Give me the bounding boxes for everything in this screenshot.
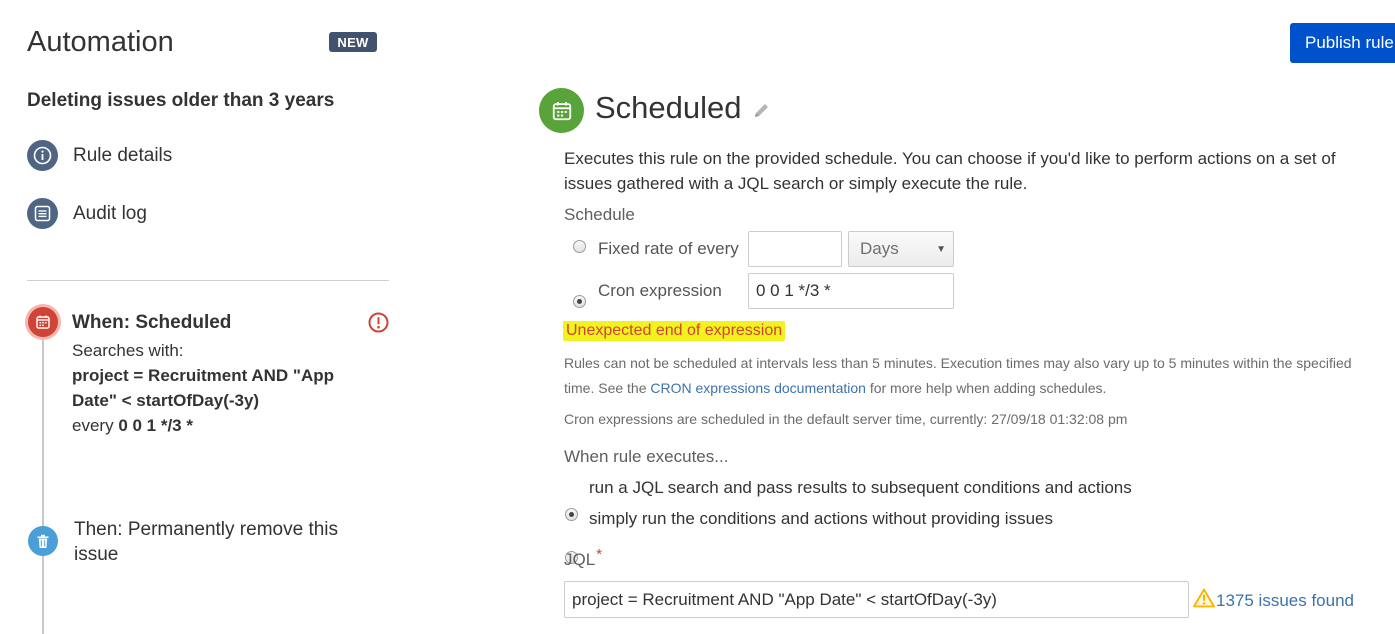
panel-description: Executes this rule on the provided sched… [564,149,1336,193]
cron-input[interactable]: 0 0 1 */3 * [748,273,954,309]
timeline-line [42,334,44,634]
cron-radio[interactable] [573,295,586,308]
new-badge: NEW [329,32,377,52]
trigger-title[interactable]: When: Scheduled [72,312,362,334]
trigger-every-prefix: every [72,416,114,435]
list-icon [27,198,58,229]
cron-label: Cron expression [598,281,722,300]
issues-found-link[interactable]: 1375 issues found [1216,591,1354,611]
fixed-rate-input[interactable] [748,231,842,267]
cron-error-message: Unexpected end of expression [563,321,786,341]
info-icon [27,140,58,171]
execution-simple-label: simply run the conditions and actions wi… [589,509,1053,528]
when-executes-label: When rule executes... [564,447,729,466]
jql-label: JQL* [564,546,602,570]
trigger-every: every 0 0 1 */3 * [72,413,362,438]
error-icon [368,312,389,338]
issues-found[interactable]: 1375 issues found [1193,588,1354,613]
nav-rule-details-label: Rule details [73,144,173,166]
trigger-query: project = Recruitment AND "App Date" < s… [72,366,334,410]
help-after: for more help when adding schedules. [869,380,1107,396]
required-marker: * [596,546,603,563]
jql-label-text: JQL [564,550,596,569]
warning-icon [1193,588,1215,613]
unit-select[interactable]: Days ▼ [848,231,954,267]
cron-help-text: Rules can not be scheduled at intervals … [564,351,1364,401]
action-label[interactable]: Then: Permanently remove this issue [74,517,374,567]
server-time-text: Cron expressions are scheduled in the de… [564,411,1128,427]
trash-icon[interactable] [28,526,58,556]
schedule-label: Schedule [564,205,635,224]
pencil-icon[interactable] [752,101,771,125]
rule-name: Deleting issues older than 3 years [27,90,335,111]
cron-docs-link[interactable]: CRON expressions documentation [650,380,866,396]
page-title: Automation [27,26,174,58]
execution-jql-radio[interactable] [565,508,578,521]
unit-select-value: Days [860,239,899,258]
jql-input[interactable]: project = Recruitment AND "App Date" < s… [564,581,1189,618]
trigger-every-value: 0 0 1 */3 * [118,416,193,435]
caret-down-icon: ▼ [936,243,946,255]
calendar-icon[interactable] [28,307,58,337]
publish-rule-button[interactable]: Publish rule [1290,23,1395,63]
nav-audit-log[interactable]: Audit log [27,198,147,229]
fixed-rate-label: Fixed rate of every [598,239,739,258]
divider [27,280,389,281]
nav-audit-log-label: Audit log [73,202,147,224]
calendar-icon [539,88,584,133]
panel-title: Scheduled [595,90,742,125]
nav-rule-details[interactable]: Rule details [27,140,172,171]
fixed-rate-radio[interactable] [573,240,586,253]
execution-jql-label: run a JQL search and pass results to sub… [589,478,1132,497]
trigger-block[interactable]: When: Scheduled Searches with: project =… [72,312,362,438]
trigger-searches-with: Searches with: [72,341,184,360]
